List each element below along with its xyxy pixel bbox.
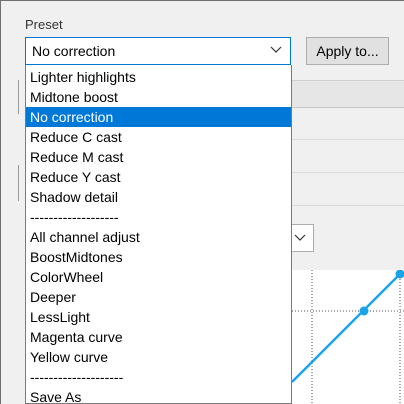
dropdown-option[interactable]: BoostMidtones: [26, 247, 291, 267]
dropdown-option[interactable]: ColorWheel: [26, 267, 291, 287]
dropdown-option[interactable]: Shadow detail: [26, 187, 291, 207]
divider: [292, 205, 404, 206]
curve-point: [359, 306, 369, 316]
dropdown-separator: -------------------: [30, 209, 119, 225]
preset-dropdown-list[interactable]: Lighter highlights Midtone boost No correc…: [25, 65, 292, 404]
apply-to-button[interactable]: Apply to...: [306, 37, 389, 65]
dropdown-separator: --------------------: [30, 369, 124, 385]
dropdown-option[interactable]: Midtone boost: [26, 87, 291, 107]
dropdown-option[interactable]: Save As: [26, 387, 291, 403]
panel-band: [292, 81, 404, 108]
dropdown-option[interactable]: Reduce M cast: [26, 147, 291, 167]
dropdown-option[interactable]: No correction: [26, 107, 291, 127]
preset-combo[interactable]: No correction: [25, 37, 291, 65]
dropdown-option[interactable]: Deeper: [26, 287, 291, 307]
dropdown-option[interactable]: Reduce Y cast: [26, 167, 291, 187]
dropdown-option[interactable]: Magenta curve: [26, 327, 291, 347]
preset-combo-value: No correction: [32, 43, 116, 59]
dropdown-option[interactable]: Yellow curve: [26, 347, 291, 367]
dropdown-option[interactable]: All channel adjust: [26, 227, 291, 247]
divider: [292, 172, 404, 173]
divider: [292, 139, 404, 140]
dropdown-option[interactable]: LessLight: [26, 307, 291, 327]
dropdown-option[interactable]: Lighter highlights: [26, 67, 291, 87]
dropdown-option[interactable]: Reduce C cast: [26, 127, 291, 147]
curve-editor[interactable]: [292, 270, 404, 404]
panel-edge: [18, 165, 25, 201]
chevron-down-icon: [270, 46, 282, 53]
preset-label: Preset: [25, 17, 63, 32]
panel-edge: [18, 80, 25, 114]
chevron-down-icon: [294, 234, 306, 241]
curve-line: [292, 273, 401, 383]
